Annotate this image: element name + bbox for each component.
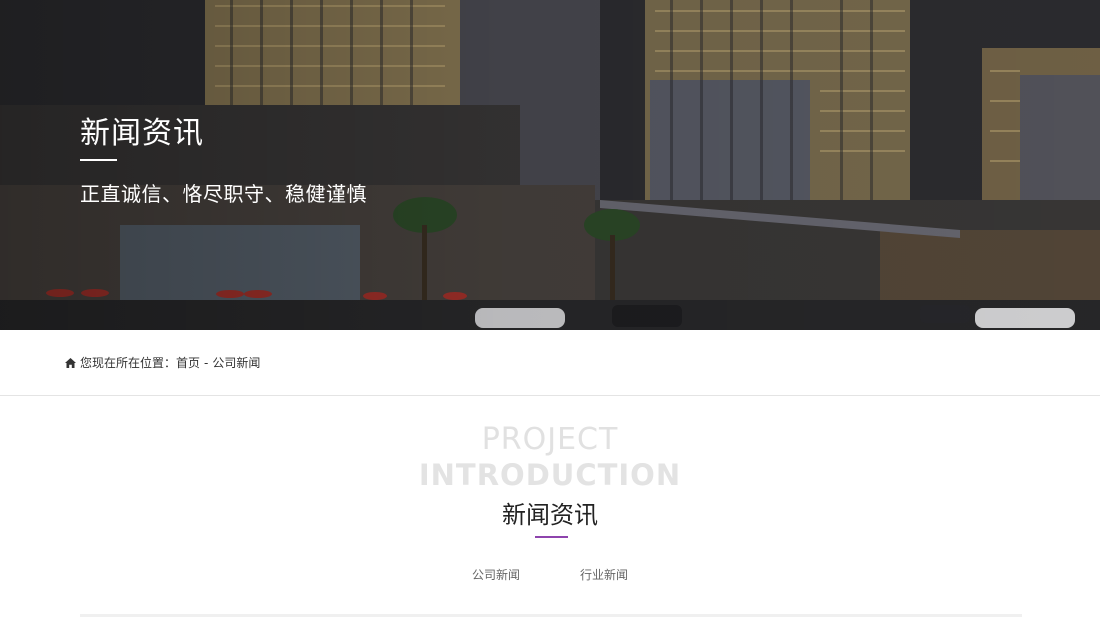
home-icon [65, 357, 76, 368]
breadcrumb-prefix: 您现在所在位置： [80, 356, 177, 370]
hero-divider [80, 159, 117, 161]
tab-company-news[interactable]: 公司新闻 [472, 566, 520, 584]
breadcrumb-home-link[interactable]: 首页 [176, 354, 200, 371]
breadcrumb: 您现在所在位置： 首页 - 公司新闻 [65, 354, 260, 371]
section-title-en-line1: PROJECT [481, 422, 619, 457]
tab-industry-news[interactable]: 行业新闻 [580, 566, 628, 584]
hero-overlay [0, 0, 1100, 330]
section-title-en-line2: INTRODUCTION [418, 458, 682, 492]
section-title-underline [535, 536, 568, 538]
hero-banner: 新闻资讯 正直诚信、恪尽职守、稳健谨慎 [0, 0, 1100, 330]
breadcrumb-current-link[interactable]: 公司新闻 [212, 354, 260, 371]
breadcrumb-separator: - [204, 355, 209, 370]
news-category-tabs: 公司新闻 行业新闻 [0, 566, 1100, 584]
hero-subtitle: 正直诚信、恪尽职守、稳健谨慎 [80, 182, 367, 206]
hero-title: 新闻资讯 [80, 116, 204, 151]
section-title: 新闻资讯 [502, 501, 598, 529]
content-divider [80, 614, 1022, 617]
breadcrumb-bar: 您现在所在位置： 首页 - 公司新闻 [0, 330, 1100, 396]
